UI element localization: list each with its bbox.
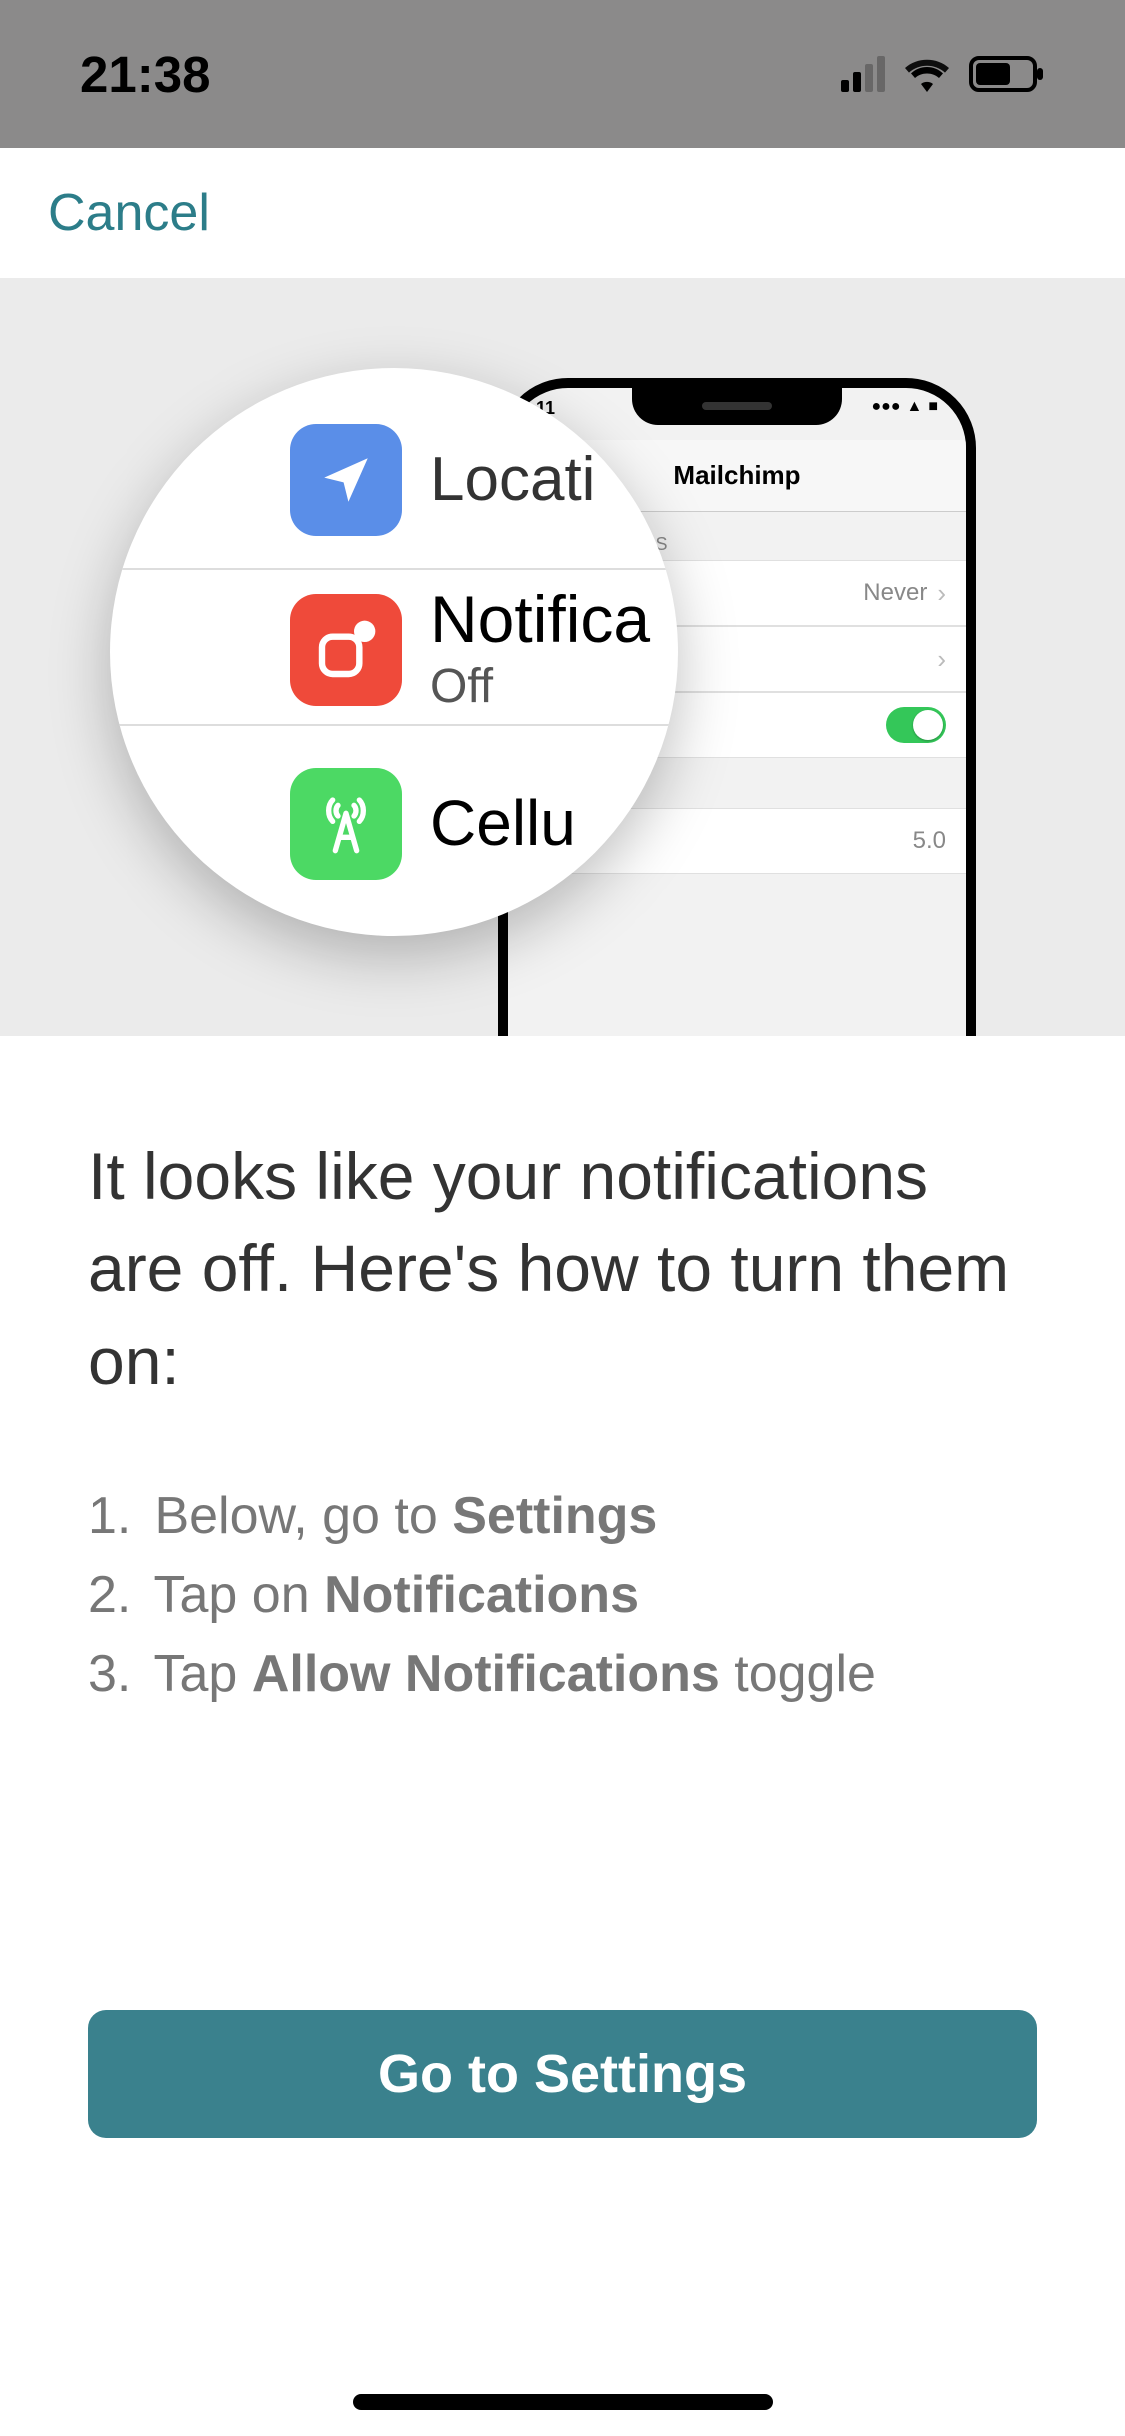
magnifier-row-notifications: Notifica Off (110, 568, 678, 726)
cancel-button[interactable]: Cancel (48, 183, 210, 243)
phone-mockup-row-value: Never (863, 579, 927, 607)
magnifier-row-cellular: Cellu (110, 748, 678, 898)
illustration: 11 ●●●▲■ Mailchimp MP TO ACCESS Never › … (0, 278, 1125, 1036)
go-to-settings-button[interactable]: Go to Settings (88, 2010, 1037, 2138)
status-icons (841, 56, 1045, 92)
wifi-icon (903, 56, 951, 92)
notifications-icon (290, 594, 402, 706)
cellular-signal-icon (841, 56, 885, 92)
instructions-steps: 1. Below, go to Settings 2. Tap on Notif… (88, 1477, 1037, 1714)
instructions-heading: It looks like your notifications are off… (88, 1130, 1037, 1407)
magnifier-notifications-label: Notifica (430, 581, 650, 657)
home-indicator[interactable] (353, 2394, 773, 2410)
chevron-right-icon: › (937, 578, 946, 609)
step-1: 1. Below, go to Settings (88, 1477, 1037, 1556)
cellular-tower-icon (290, 768, 402, 880)
phone-mockup-status-icons: ●●●▲■ (871, 398, 938, 430)
status-time: 21:38 (80, 45, 210, 104)
step-2: 2. Tap on Notifications (88, 1556, 1037, 1635)
magnifier-notifications-sub: Off (430, 659, 650, 714)
step-3: 3. Tap Allow Notifications toggle (88, 1635, 1037, 1714)
cta-container: Go to Settings (88, 2010, 1037, 2138)
status-bar: 21:38 (0, 0, 1125, 148)
magnifier-cellular-label: Cellu (430, 786, 576, 860)
magnifier-location-label: Locati (430, 444, 595, 515)
magnifier-row-location: Locati (110, 410, 678, 548)
location-arrow-icon (290, 424, 402, 536)
phone-mockup-version-value: 5.0 (913, 827, 946, 855)
magnifier-circle: Locati Notifica Off (110, 368, 678, 936)
modal-sheet: Cancel 11 ●●●▲■ Mailchimp MP TO ACCESS N… (0, 148, 1125, 2436)
content-area: It looks like your notifications are off… (0, 1036, 1125, 1714)
chevron-right-icon: › (937, 644, 946, 675)
modal-header: Cancel (0, 148, 1125, 278)
toggle-on-icon (886, 707, 946, 743)
battery-icon (969, 56, 1045, 92)
